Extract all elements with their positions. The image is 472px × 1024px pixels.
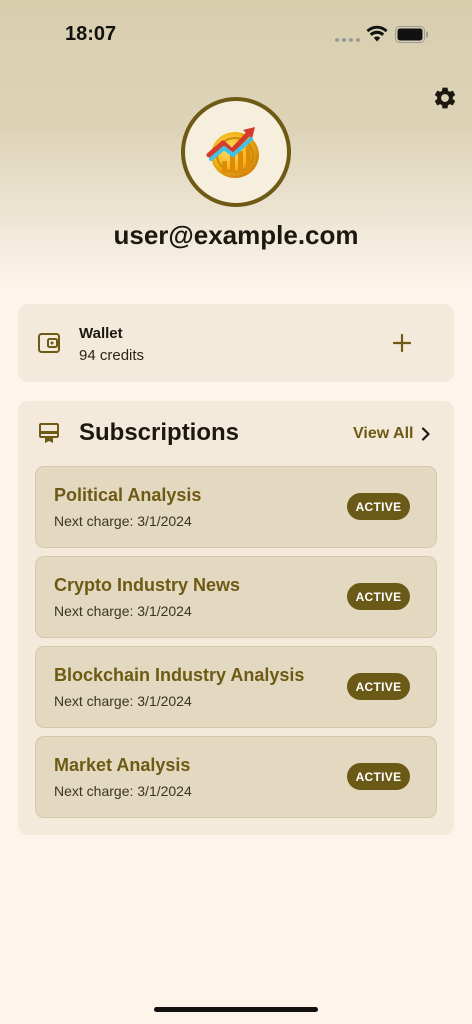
wallet-credits: 94 credits xyxy=(79,347,145,364)
chevron-right-icon xyxy=(422,427,431,441)
home-indicator[interactable] xyxy=(154,1007,318,1012)
status-badge: ACTIVE xyxy=(347,763,410,790)
subscription-name: Crypto Industry News xyxy=(54,575,241,595)
subscription-name: Market Analysis xyxy=(54,755,191,775)
wallet-title: Wallet xyxy=(79,325,123,342)
gear-icon[interactable] xyxy=(432,85,458,111)
status-badge: ACTIVE xyxy=(347,493,410,520)
subscription-item-blockchain-industry-analysis[interactable]: Blockchain Industry Analysis Next charge… xyxy=(35,646,437,728)
user-email: user@example.com xyxy=(113,220,359,250)
subscription-item-political-analysis[interactable]: Political Analysis Next charge: 3/1/2024… xyxy=(35,466,437,548)
status-time: 18:07 xyxy=(65,23,117,45)
avatar[interactable] xyxy=(181,97,291,207)
subscription-next-charge: Next charge: 3/1/2024 xyxy=(54,783,192,799)
wifi-icon xyxy=(366,25,388,42)
subscription-name: Blockchain Industry Analysis xyxy=(54,665,305,685)
status-badge: ACTIVE xyxy=(347,583,410,610)
view-all-label: View All xyxy=(353,425,414,442)
card-membership-icon xyxy=(39,423,59,443)
subscription-next-charge: Next charge: 3/1/2024 xyxy=(54,603,192,619)
subscription-name: Political Analysis xyxy=(54,485,202,505)
subscriptions-title: Subscriptions xyxy=(79,419,240,446)
subscription-next-charge: Next charge: 3/1/2024 xyxy=(54,513,192,529)
subscriptions-card: Subscriptions View All Political Analysi… xyxy=(18,401,454,835)
wallet-icon xyxy=(38,333,60,353)
view-all-button[interactable]: View All xyxy=(353,425,431,443)
plus-icon[interactable] xyxy=(390,331,414,355)
profile-screen: 18:07 user@example.com Wallet 94 credits… xyxy=(0,0,472,1024)
subscription-next-charge: Next charge: 3/1/2024 xyxy=(54,693,192,709)
chart-logo-icon xyxy=(206,127,259,178)
wallet-card[interactable]: Wallet 94 credits xyxy=(18,304,454,382)
status-bar: 18:07 xyxy=(0,0,472,70)
signal-dots-icon xyxy=(335,38,360,42)
subscription-item-crypto-industry-news[interactable]: Crypto Industry News Next charge: 3/1/20… xyxy=(35,556,437,638)
status-badge: ACTIVE xyxy=(347,673,410,700)
battery-icon xyxy=(395,26,428,43)
subscription-item-market-analysis[interactable]: Market Analysis Next charge: 3/1/2024 AC… xyxy=(35,736,437,818)
